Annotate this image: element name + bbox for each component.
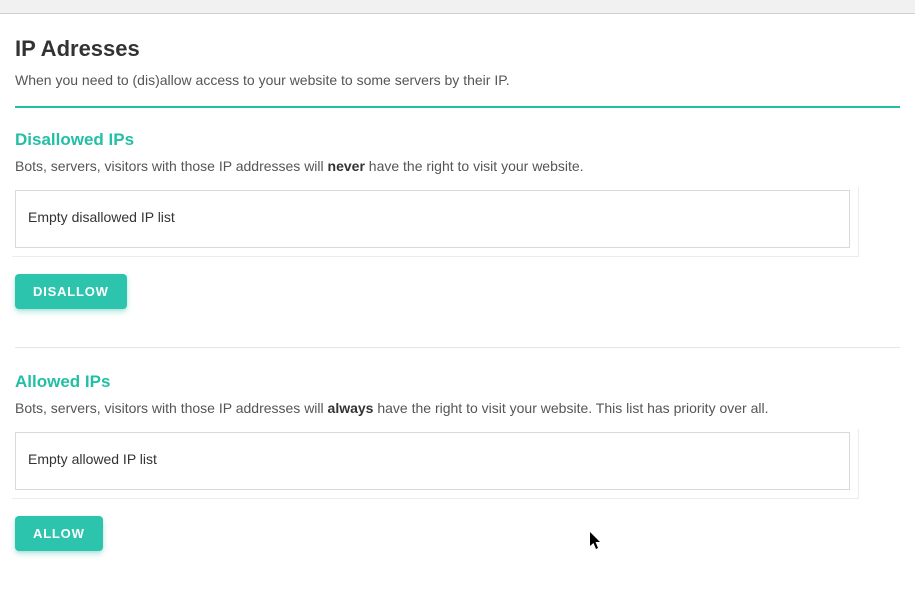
section-divider bbox=[15, 347, 900, 348]
allowed-ips-section: Allowed IPs Bots, servers, visitors with… bbox=[15, 372, 900, 551]
allowed-ip-list[interactable]: Empty allowed IP list bbox=[15, 432, 850, 490]
disallowed-listbox-wrap: Empty disallowed IP list bbox=[15, 190, 900, 262]
disallow-button[interactable]: DISALLOW bbox=[15, 274, 127, 309]
disallowed-ip-list-text: Empty disallowed IP list bbox=[28, 209, 175, 225]
page-content: IP Adresses When you need to (dis)allow … bbox=[0, 14, 915, 551]
disallowed-ip-list[interactable]: Empty disallowed IP list bbox=[15, 190, 850, 248]
disallowed-desc-bold: never bbox=[328, 158, 365, 174]
allow-button[interactable]: ALLOW bbox=[15, 516, 103, 551]
disallowed-desc-pre: Bots, servers, visitors with those IP ad… bbox=[15, 158, 328, 174]
title-divider bbox=[15, 106, 900, 108]
page-description: When you need to (dis)allow access to yo… bbox=[15, 72, 900, 88]
disallowed-ips-description: Bots, servers, visitors with those IP ad… bbox=[15, 158, 900, 174]
allowed-desc-post: have the right to visit your website. Th… bbox=[373, 400, 768, 416]
allowed-ips-title: Allowed IPs bbox=[15, 372, 900, 392]
page-title: IP Adresses bbox=[15, 36, 900, 62]
allowed-ip-list-text: Empty allowed IP list bbox=[28, 451, 157, 467]
allowed-desc-pre: Bots, servers, visitors with those IP ad… bbox=[15, 400, 328, 416]
allowed-listbox-wrap: Empty allowed IP list bbox=[15, 432, 900, 504]
allowed-ips-description: Bots, servers, visitors with those IP ad… bbox=[15, 400, 900, 416]
window-chrome-topbar bbox=[0, 0, 915, 14]
disallowed-desc-post: have the right to visit your website. bbox=[365, 158, 584, 174]
allowed-desc-bold: always bbox=[328, 400, 374, 416]
disallowed-ips-section: Disallowed IPs Bots, servers, visitors w… bbox=[15, 130, 900, 309]
disallowed-ips-title: Disallowed IPs bbox=[15, 130, 900, 150]
